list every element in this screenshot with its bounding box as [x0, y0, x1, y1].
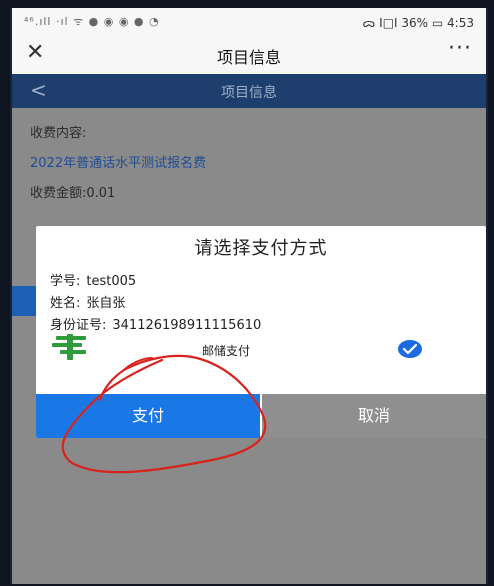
fee-content-label: 收费内容:: [30, 126, 87, 141]
status-bar: ⁴⁶.ıll ‧ıl ᯤ ● ◉ ◉ ● ◔ ᯅ I□I 36% ▭ 4:53: [12, 8, 486, 34]
dialog-title: 请选择支付方式: [194, 238, 328, 259]
pay-button[interactable]: 支付: [36, 394, 260, 438]
selected-check-icon[interactable]: [398, 340, 422, 358]
fee-amount: 收费金额:0.01: [30, 186, 116, 201]
battery-time: ᯅ I□I 36% ▭ 4:53: [362, 16, 474, 30]
payment-method-label[interactable]: 邮储支付: [202, 342, 250, 359]
id-number-label: 身份证号:: [50, 318, 107, 333]
student-id-row: 学号: test005: [50, 270, 136, 289]
nav-title: 项目信息: [221, 85, 277, 101]
fee-item: 2022年普通话水平测试报名费: [30, 156, 207, 171]
phone-screen: ⁴⁶.ıll ‧ıl ᯤ ● ◉ ◉ ● ◔ ᯅ I□I 36% ▭ 4:53 …: [10, 8, 488, 584]
name-value: 张自张: [86, 296, 126, 311]
id-number-row: 身份证号: 341126198911115610: [50, 314, 261, 333]
student-id-value: test005: [86, 274, 137, 289]
more-icon[interactable]: ···: [448, 36, 472, 61]
name-row: 姓名: 张自张: [50, 292, 125, 311]
title-bar: ✕ 项目信息 ···: [12, 34, 486, 75]
cancel-button[interactable]: 取消: [262, 394, 486, 438]
postal-savings-logo-icon: [52, 334, 86, 360]
payment-dialog: 请选择支付方式 学号: test005 姓名: 张自张 身份证号: 341126198…: [36, 226, 486, 438]
id-number-value: 341126198911115610: [112, 318, 262, 333]
signal-indicators: ⁴⁶.ıll ‧ıl ᯤ ● ◉ ◉ ● ◔: [24, 15, 160, 28]
name-label: 姓名:: [50, 296, 81, 311]
nav-bar: < 项目信息: [12, 74, 486, 108]
page-title: 项目信息: [216, 48, 281, 67]
student-id-label: 学号:: [50, 274, 81, 289]
hidden-button-edge: [12, 286, 36, 316]
